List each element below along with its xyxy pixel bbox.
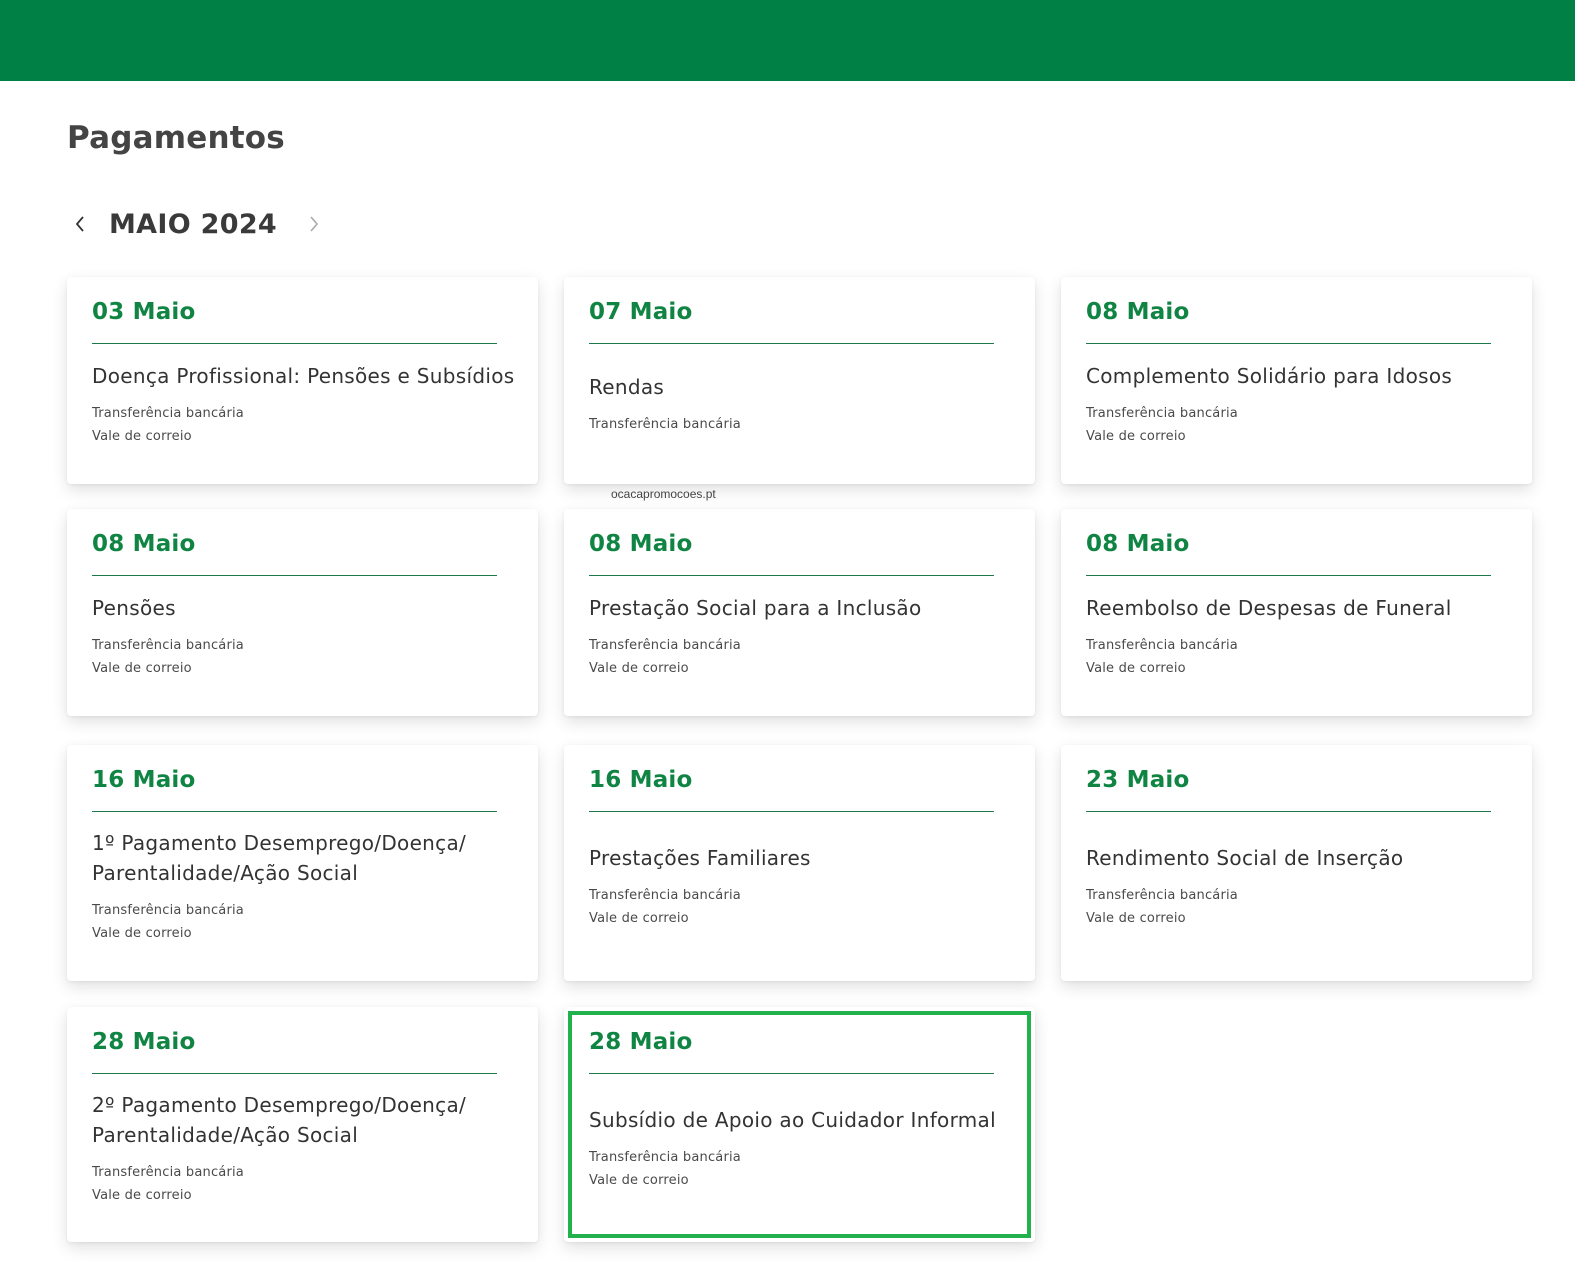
payment-method: Transferência bancária — [92, 405, 244, 421]
payment-date: 08 Maio — [1086, 531, 1190, 557]
payment-date: 07 Maio — [589, 299, 693, 325]
payment-date: 03 Maio — [92, 299, 196, 325]
payment-method: Vale de correio — [589, 911, 689, 926]
payment-title: Reembolso de Despesas de Funeral — [1086, 595, 1452, 620]
watermark-text: ocacapromocoes.pt — [611, 487, 716, 501]
chevron-right-icon — [310, 216, 319, 232]
payment-card[interactable]: 28 Maio 2º Pagamento Desemprego/Doença/ … — [67, 1007, 538, 1242]
payment-title: Complemento Solidário para Idosos — [1086, 363, 1453, 388]
payment-date: 08 Maio — [1086, 299, 1190, 325]
month-navigator: MAIO 2024 — [67, 200, 327, 248]
payment-method: Transferência bancária — [1086, 888, 1238, 903]
payment-method: Transferência bancária — [589, 888, 741, 903]
payment-method: Transferência bancária — [1086, 405, 1238, 421]
payment-method: Transferência bancária — [589, 417, 741, 432]
payment-date: 08 Maio — [92, 531, 196, 557]
payment-title: 2º Pagamento Desemprego/Doença/ Parental… — [92, 1092, 467, 1147]
payment-method: Vale de correio — [92, 1187, 192, 1203]
chevron-left-icon — [75, 216, 84, 232]
payment-card[interactable]: 23 Maio Rendimento Social de Inserção Tr… — [1061, 745, 1532, 981]
payment-method: Vale de correio — [92, 926, 192, 941]
page-title: Pagamentos — [67, 120, 285, 156]
payment-method: Transferência bancária — [92, 903, 244, 918]
payment-card[interactable]: 16 Maio Prestações Familiares Transferên… — [564, 745, 1035, 981]
payment-method: Vale de correio — [1086, 660, 1186, 676]
payment-method: Vale de correio — [1086, 428, 1186, 444]
payment-method: Transferência bancária — [589, 1149, 741, 1165]
payment-method: Transferência bancária — [92, 637, 244, 653]
payment-title: Rendas — [589, 375, 665, 399]
payment-card[interactable]: 08 Maio Prestação Social para a Inclusão… — [564, 509, 1035, 716]
payment-method: Vale de correio — [92, 660, 192, 676]
payment-card[interactable]: 07 Maio Rendas Transferência bancária — [564, 277, 1035, 484]
payment-method: Vale de correio — [92, 428, 192, 444]
next-month-button[interactable] — [301, 204, 327, 244]
payment-method: Transferência bancária — [589, 637, 741, 653]
payment-method: Transferência bancária — [92, 1164, 244, 1180]
payment-card[interactable]: 08 Maio Pensões Transferência bancária V… — [67, 509, 538, 716]
payment-method: Vale de correio — [1086, 911, 1186, 926]
payment-date: 08 Maio — [589, 531, 693, 557]
payment-date: 28 Maio — [589, 1029, 693, 1055]
top-header-bar — [0, 0, 1575, 81]
payment-date: 16 Maio — [589, 767, 693, 793]
payment-card[interactable]: 08 Maio Reembolso de Despesas de Funeral… — [1061, 509, 1532, 716]
payment-title: Prestações Familiares — [589, 846, 811, 870]
payment-date: 16 Maio — [92, 767, 196, 793]
payment-card[interactable]: 16 Maio 1º Pagamento Desemprego/Doença/ … — [67, 745, 538, 981]
payment-title: Doença Profissional: Pensões e Subsídios — [92, 363, 515, 388]
current-month-label: MAIO 2024 — [109, 208, 278, 240]
payment-method: Vale de correio — [589, 1172, 689, 1188]
payment-card-highlighted[interactable]: 28 Maio Subsídio de Apoio ao Cuidador In… — [564, 1007, 1035, 1242]
previous-month-button[interactable] — [67, 204, 93, 244]
payment-method: Vale de correio — [589, 660, 689, 676]
payment-title: Pensões — [92, 595, 176, 620]
payment-title: 1º Pagamento Desemprego/Doença/ Parental… — [92, 831, 467, 885]
payment-date: 23 Maio — [1086, 767, 1190, 793]
payment-title: Rendimento Social de Inserção — [1086, 846, 1404, 870]
payment-card[interactable]: 08 Maio Complemento Solidário para Idoso… — [1061, 277, 1532, 484]
payment-title: Prestação Social para a Inclusão — [589, 595, 922, 620]
payment-method: Transferência bancária — [1086, 637, 1238, 653]
payment-date: 28 Maio — [92, 1029, 196, 1055]
payment-title: Subsídio de Apoio ao Cuidador Informal — [589, 1107, 996, 1132]
payment-card[interactable]: 03 Maio Doença Profissional: Pensões e S… — [67, 277, 538, 484]
